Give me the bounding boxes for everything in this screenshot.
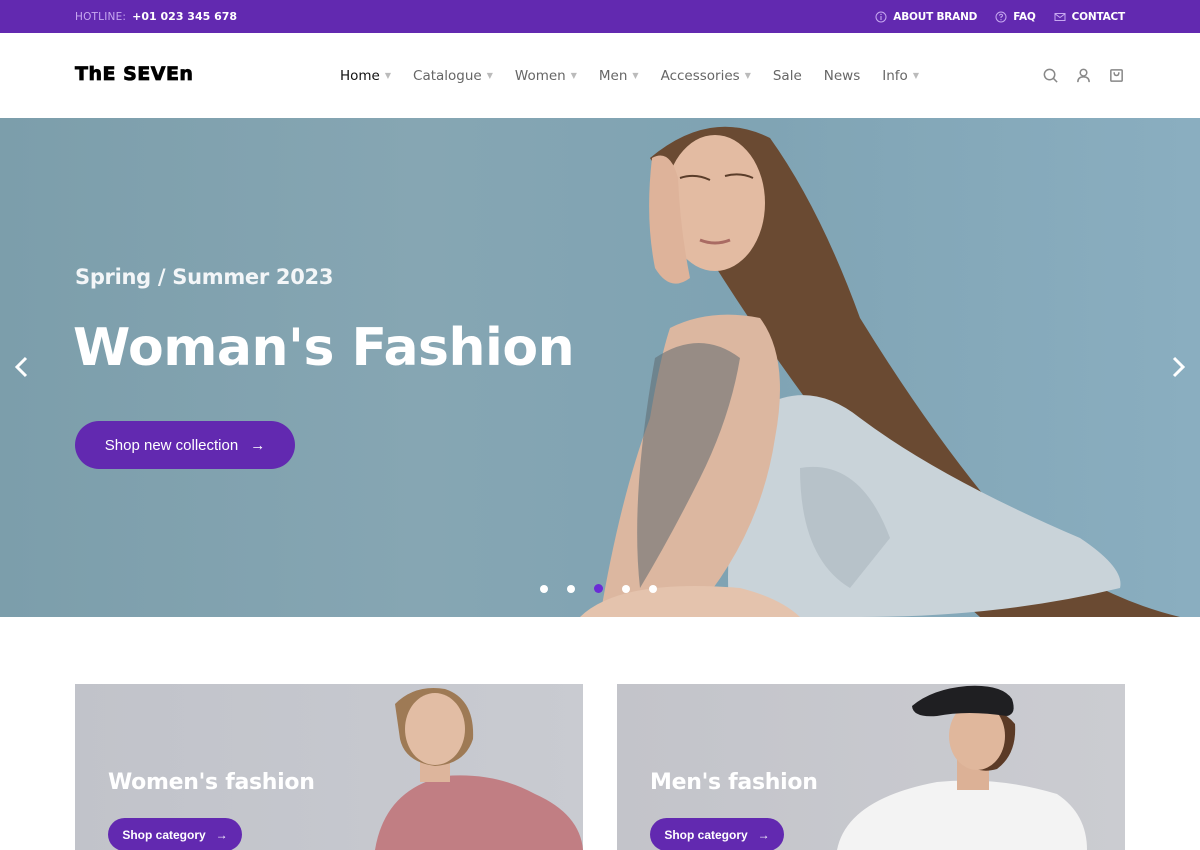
slider-dot-2[interactable] — [567, 584, 575, 593]
arrow-right-icon: → — [215, 827, 228, 842]
nav-label: Accessories — [660, 67, 740, 84]
chevron-down-icon: ▼ — [632, 71, 639, 80]
chevron-down-icon: ▼ — [486, 71, 493, 80]
nav-label: Home — [340, 67, 380, 84]
nav-item-women[interactable]: Women ▼ — [515, 68, 577, 84]
category-card-women[interactable]: Women's fashion Shop category → — [75, 684, 583, 850]
nav-item-news[interactable]: News — [824, 68, 860, 84]
contact-link[interactable]: CONTACT — [1054, 11, 1125, 23]
arrow-right-icon: → — [757, 827, 770, 842]
slider-prev-button[interactable] — [9, 353, 33, 381]
search-icon[interactable] — [1042, 67, 1059, 84]
cta-label: Shop new collection — [104, 436, 239, 454]
hero-subtitle: Spring / Summer 2023 — [75, 265, 334, 289]
hero-title: Woman's Fashion — [73, 318, 575, 378]
chevron-right-icon — [1172, 356, 1186, 378]
chevron-down-icon: ▼ — [912, 71, 919, 80]
mail-icon — [1054, 12, 1066, 21]
slider-dot-1[interactable] — [540, 584, 548, 593]
shop-category-button[interactable]: Shop category → — [650, 818, 784, 850]
slider-dot-4[interactable] — [622, 584, 630, 593]
faq-label: FAQ — [1013, 10, 1036, 23]
nav-label: Info — [882, 67, 908, 84]
main-nav: Home ▼ Catalogue ▼ Women ▼ Men ▼ Accessories… — [340, 33, 941, 118]
header-actions — [1042, 33, 1125, 118]
hero-slider: Spring / Summer 2023 Woman's Fashion Sho… — [0, 118, 1200, 617]
hero-model-image — [580, 126, 1180, 617]
slider-next-button[interactable] — [1167, 353, 1191, 381]
nav-item-home[interactable]: Home ▼ — [340, 68, 391, 84]
chevron-left-icon — [14, 356, 28, 378]
women-model-image — [375, 688, 583, 850]
nav-label: Women — [514, 67, 566, 84]
nav-label: Sale — [772, 67, 802, 84]
hotline-label: HOTLINE: — [75, 10, 127, 23]
nav-label: News — [823, 67, 861, 84]
question-icon — [995, 11, 1007, 22]
shop-category-button[interactable]: Shop category → — [108, 818, 242, 850]
nav-item-catalogue[interactable]: Catalogue ▼ — [413, 68, 493, 84]
chevron-down-icon: ▼ — [384, 71, 392, 80]
chevron-down-icon: ▼ — [570, 71, 577, 80]
category-title: Men's fashion — [650, 770, 818, 795]
slider-dot-3[interactable] — [594, 584, 603, 593]
about-brand-label: ABOUT BRAND — [893, 10, 978, 23]
top-links: ABOUT BRAND FAQ CONTACT — [875, 0, 1125, 33]
faq-link[interactable]: FAQ — [995, 10, 1036, 23]
info-icon — [875, 11, 887, 22]
user-icon[interactable] — [1075, 67, 1092, 84]
nav-label: Catalogue — [413, 67, 482, 84]
category-title: Women's fashion — [108, 770, 315, 795]
button-label: Shop category — [664, 827, 748, 842]
contact-label: CONTACT — [1071, 10, 1126, 23]
shop-new-collection-button[interactable]: Shop new collection → — [75, 421, 295, 469]
logo[interactable]: ThE SEVEn — [75, 63, 194, 86]
top-bar: HOTLINE: +01 023 345 678 ABOUT BRAND FAQ… — [0, 0, 1200, 33]
nav-label: Men — [598, 67, 628, 84]
nav-item-sale[interactable]: Sale — [773, 68, 802, 84]
arrow-right-icon: → — [250, 436, 266, 454]
about-brand-link[interactable]: ABOUT BRAND — [875, 11, 977, 23]
nav-item-men[interactable]: Men ▼ — [599, 68, 639, 84]
nav-item-accessories[interactable]: Accessories ▼ — [661, 68, 751, 84]
hotline: HOTLINE: +01 023 345 678 — [75, 0, 237, 33]
men-model-image — [837, 685, 1087, 850]
slider-dots — [540, 584, 657, 593]
cart-icon[interactable] — [1108, 67, 1125, 84]
nav-item-info[interactable]: Info ▼ — [882, 68, 919, 84]
button-label: Shop category — [122, 827, 206, 842]
site-header: ThE SEVEn Home ▼ Catalogue ▼ Women ▼ Men ▼ A… — [0, 33, 1200, 118]
chevron-down-icon: ▼ — [744, 71, 751, 80]
category-card-men[interactable]: Men's fashion Shop category → — [617, 684, 1125, 850]
slider-dot-5[interactable] — [649, 584, 657, 593]
hotline-number[interactable]: +01 023 345 678 — [132, 10, 237, 23]
